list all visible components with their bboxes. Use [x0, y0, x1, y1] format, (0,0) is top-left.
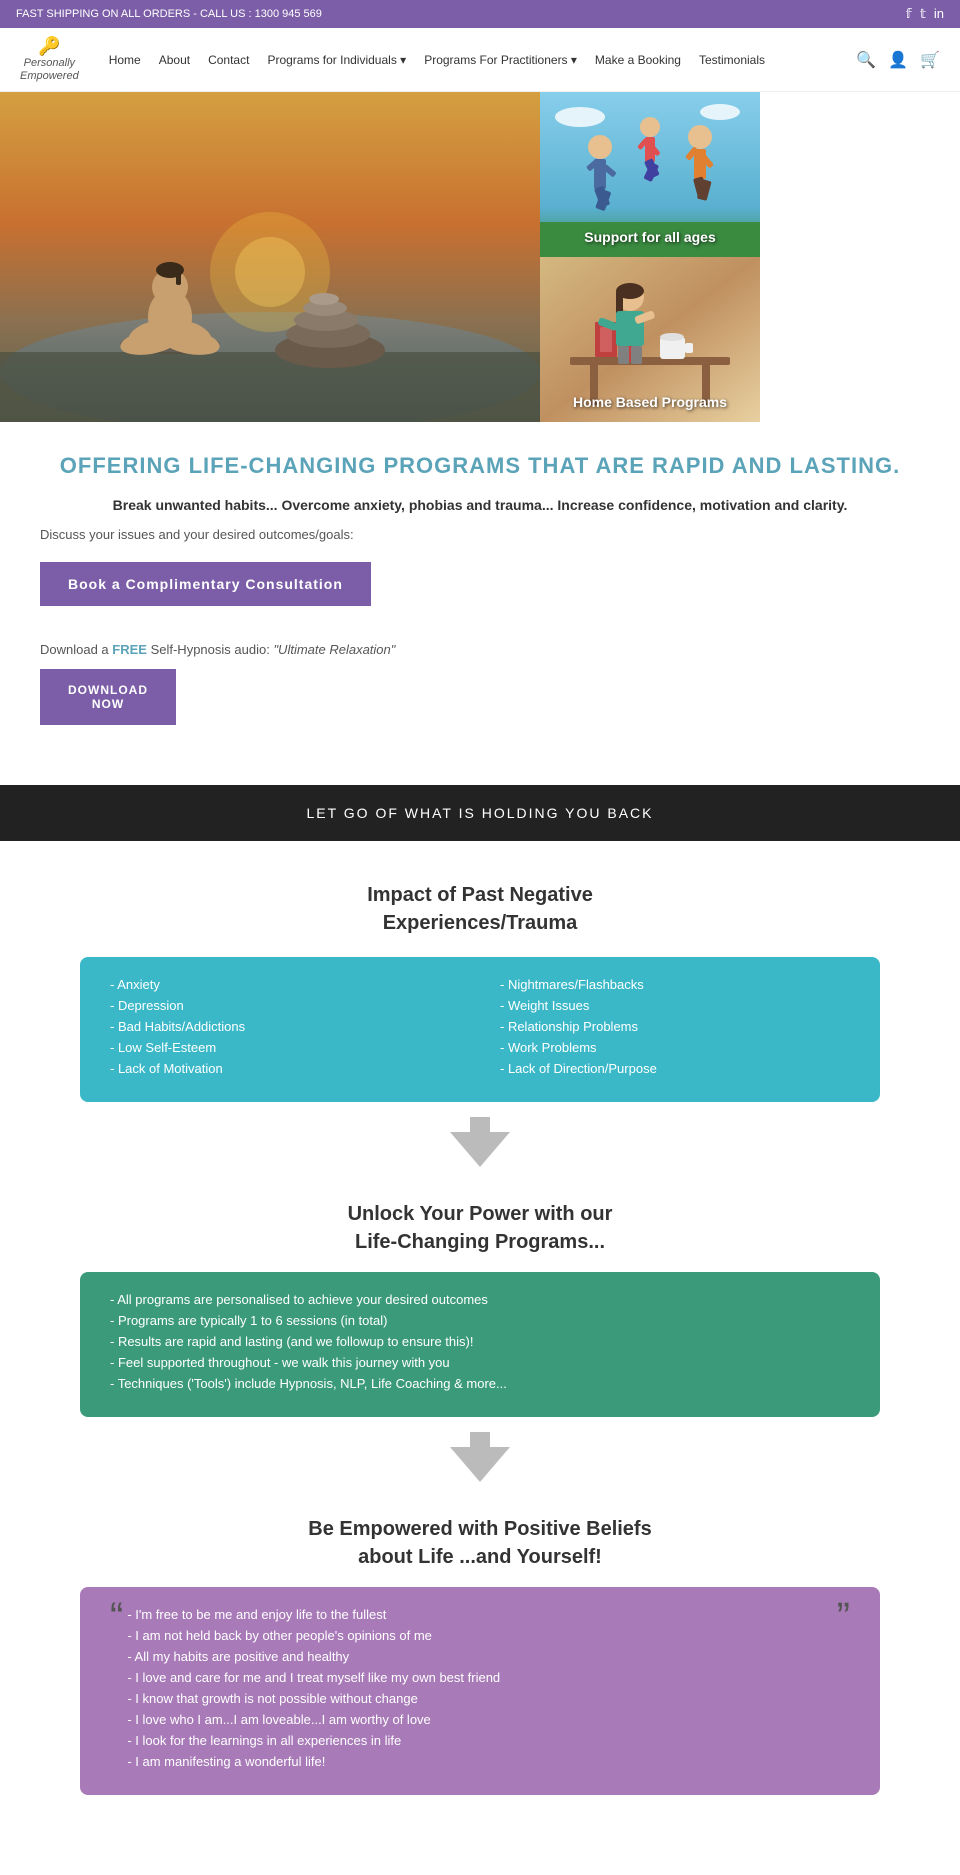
meditation-svg: [0, 92, 540, 422]
empower-item-5: - I know that growth is not possible wit…: [127, 1691, 832, 1706]
nav-programs-practitioners[interactable]: Programs For Practitioners ▾: [424, 53, 577, 67]
empower-item-2: - I am not held back by other people's o…: [127, 1628, 832, 1643]
logo[interactable]: 🔑 PersonallyEmpowered: [20, 36, 79, 83]
impact-content: - Anxiety - Depression - Bad Habits/Addi…: [110, 977, 850, 1082]
banner-text: LET GO OF WHAT IS HOLDING YOU BACK: [306, 805, 653, 821]
unlock-box: - All programs are personalised to achie…: [80, 1272, 880, 1417]
empower-box: “ - I'm free to be me and enjoy life to …: [80, 1587, 880, 1795]
audio-title: "Ultimate Relaxation": [273, 642, 395, 657]
free-label: FREE: [112, 642, 147, 657]
nav-links: Home About Contact Programs for Individu…: [109, 53, 857, 67]
social-links: 𝕗 𝕥 in: [906, 6, 944, 22]
empower-item-8: - I am manifesting a wonderful life!: [127, 1754, 832, 1769]
cart-icon[interactable]: 🛒: [920, 50, 940, 70]
empower-item-1: - I'm free to be me and enjoy life to th…: [127, 1607, 832, 1622]
empower-item-6: - I love who I am...I am loveable...I am…: [127, 1712, 832, 1727]
impact-col-left: - Anxiety - Depression - Bad Habits/Addi…: [110, 977, 460, 1082]
impact-item-6: - Nightmares/Flashbacks: [500, 977, 850, 992]
main-title: OFFERING LIFE-CHANGING PROGRAMS THAT ARE…: [40, 452, 920, 481]
download-button[interactable]: DOWNLOADNOW: [40, 669, 176, 725]
empower-item-4: - I love and care for me and I treat mys…: [127, 1670, 832, 1685]
main-content: OFFERING LIFE-CHANGING PROGRAMS THAT ARE…: [0, 422, 960, 755]
impact-item-4: - Low Self-Esteem: [110, 1040, 460, 1055]
impact-item-7: - Weight Issues: [500, 998, 850, 1013]
impact-item-10: - Lack of Direction/Purpose: [500, 1061, 850, 1076]
empower-item-3: - All my habits are positive and healthy: [127, 1649, 832, 1664]
top-bar: FAST SHIPPING ON ALL ORDERS - CALL US : …: [0, 0, 960, 28]
impact-col-right: - Nightmares/Flashbacks - Weight Issues …: [500, 977, 850, 1082]
home-programs-text: Home Based Programs: [540, 394, 760, 410]
empower-items: - I'm free to be me and enjoy life to th…: [127, 1607, 832, 1775]
unlock-item-5: - Techniques ('Tools') include Hypnosis,…: [110, 1376, 850, 1391]
nav-home[interactable]: Home: [109, 53, 141, 67]
nav-testimonials[interactable]: Testimonials: [699, 53, 765, 67]
navbar: 🔑 PersonallyEmpowered Home About Contact…: [0, 28, 960, 92]
search-icon[interactable]: 🔍: [856, 50, 876, 70]
impact-title: Impact of Past NegativeExperiences/Traum…: [80, 881, 880, 937]
arrow-2: [80, 1427, 880, 1495]
audio-text: Self-Hypnosis audio:: [151, 642, 270, 657]
unlock-item-2: - Programs are typically 1 to 6 sessions…: [110, 1313, 850, 1328]
twitter-icon[interactable]: 𝕥: [920, 6, 926, 22]
user-icon[interactable]: 👤: [888, 50, 908, 70]
impact-item-3: - Bad Habits/Addictions: [110, 1019, 460, 1034]
hero-section: Support for all ages: [0, 92, 960, 422]
hero-home-programs[interactable]: Home Based Programs: [540, 257, 760, 422]
hero-support-ages[interactable]: Support for all ages: [540, 92, 760, 257]
consultation-button[interactable]: Book a Complimentary Consultation: [40, 562, 371, 606]
nav-about[interactable]: About: [159, 53, 190, 67]
facebook-icon[interactable]: 𝕗: [906, 6, 912, 22]
impact-item-5: - Lack of Motivation: [110, 1061, 460, 1076]
shipping-text: FAST SHIPPING ON ALL ORDERS - CALL US : …: [16, 8, 322, 20]
impact-item-1: - Anxiety: [110, 977, 460, 992]
goals-desc: Discuss your issues and your desired out…: [40, 527, 920, 542]
unlock-item-3: - Results are rapid and lasting (and we …: [110, 1334, 850, 1349]
impact-item-9: - Work Problems: [500, 1040, 850, 1055]
linkedin-icon[interactable]: in: [934, 6, 944, 22]
empower-item-7: - I look for the learnings in all experi…: [127, 1733, 832, 1748]
hero-right-panels: Support for all ages: [540, 92, 760, 422]
nav-icons: 🔍 👤 🛒: [856, 50, 940, 70]
impact-box: - Anxiety - Depression - Bad Habits/Addi…: [80, 957, 880, 1102]
logo-text: PersonallyEmpowered: [20, 57, 79, 83]
unlock-item-1: - All programs are personalised to achie…: [110, 1292, 850, 1307]
support-ages-text: Support for all ages: [540, 229, 760, 245]
impact-item-8: - Relationship Problems: [500, 1019, 850, 1034]
hero-left-image: [0, 92, 540, 422]
nav-contact[interactable]: Contact: [208, 53, 249, 67]
unlock-title: Unlock Your Power with ourLife-Changing …: [80, 1200, 880, 1256]
main-subtitle: Break unwanted habits... Overcome anxiet…: [40, 497, 920, 513]
download-text: Download a: [40, 642, 109, 657]
open-quote: “: [110, 1607, 123, 1627]
nav-programs-individuals[interactable]: Programs for Individuals ▾: [267, 53, 406, 67]
diagram-section: Impact of Past NegativeExperiences/Traum…: [0, 841, 960, 1845]
empower-title: Be Empowered with Positive Beliefsabout …: [80, 1515, 880, 1571]
impact-item-2: - Depression: [110, 998, 460, 1013]
free-download-text: Download a FREE Self-Hypnosis audio: "Ul…: [40, 642, 920, 657]
arrow-1: [80, 1112, 880, 1180]
close-quote: ”: [837, 1607, 850, 1627]
logo-icon: 🔑: [38, 36, 60, 57]
unlock-item-4: - Feel supported throughout - we walk th…: [110, 1355, 850, 1370]
holding-back-banner: LET GO OF WHAT IS HOLDING YOU BACK: [0, 785, 960, 841]
nav-booking[interactable]: Make a Booking: [595, 53, 681, 67]
